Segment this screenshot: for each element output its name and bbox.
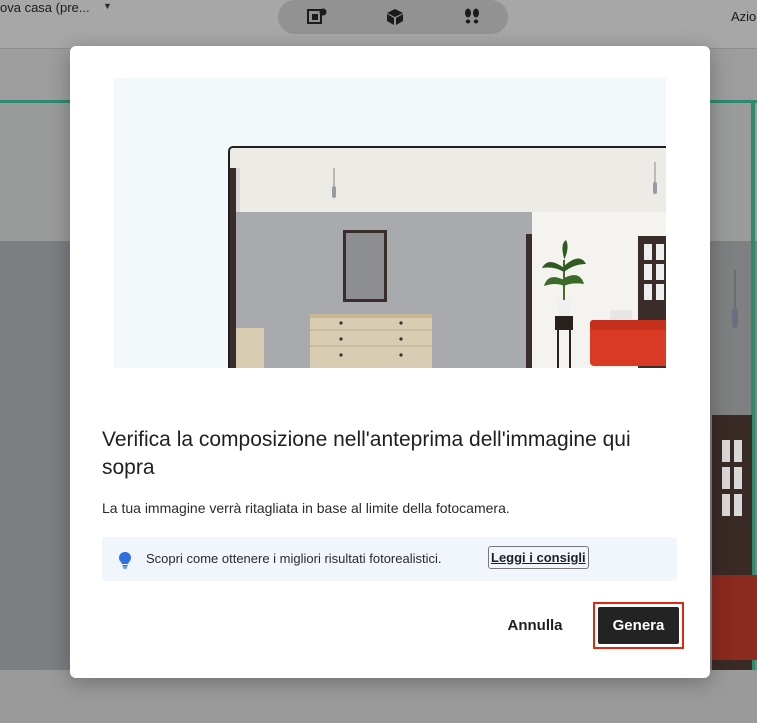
dialog-title: Verifica la composizione nell'anteprima …: [102, 428, 631, 479]
cancel-button[interactable]: Annulla: [495, 610, 575, 640]
project-name[interactable]: ova casa (pre...: [0, 0, 90, 15]
lightbulb-icon: [118, 551, 132, 569]
image-preview: [114, 78, 666, 368]
actions-menu[interactable]: Azio: [731, 9, 756, 24]
3d-box-icon[interactable]: [385, 7, 405, 27]
background-sofa: [712, 575, 757, 660]
room-preview-image: [230, 148, 666, 368]
pendant-lamp-icon: [731, 270, 739, 330]
footprints-icon[interactable]: [462, 7, 482, 27]
camera-frame: [228, 146, 666, 368]
top-bar: ova casa (pre... ▼ Azio: [0, 0, 757, 48]
generate-button[interactable]: Genera: [598, 607, 679, 644]
render-preview-dialog: Verifica la composizione nell'anteprima …: [70, 46, 710, 678]
tip-banner: Scopri come ottenere i migliori risultat…: [102, 537, 677, 581]
dialog-subtitle: La tua immagine verrà ritagliata in base…: [102, 500, 510, 516]
chevron-down-icon[interactable]: ▼: [103, 1, 112, 11]
read-tips-link[interactable]: Leggi i consigli: [488, 546, 589, 569]
stage-wall: [0, 241, 75, 671]
photo-render-icon[interactable]: [306, 7, 327, 27]
view-mode-toolbar: [278, 0, 508, 34]
tip-text: Scopri come ottenere i migliori risultat…: [146, 551, 442, 566]
